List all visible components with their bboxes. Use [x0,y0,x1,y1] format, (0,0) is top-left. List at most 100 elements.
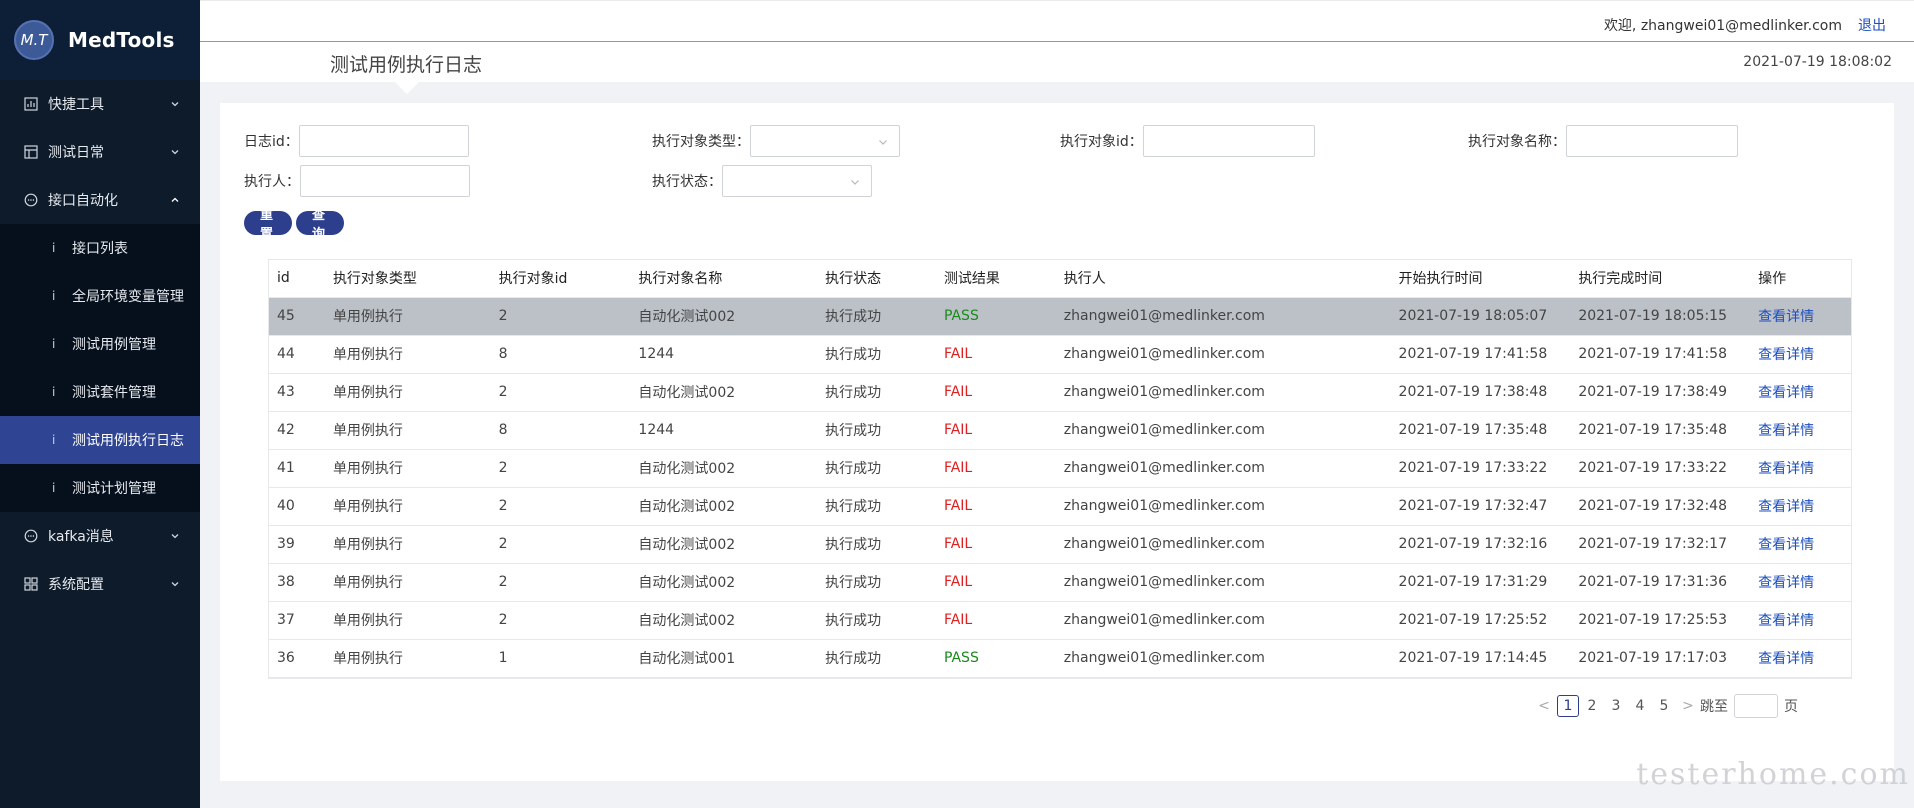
table-row[interactable]: 38 单用例执行 2 自动化测试002 执行成功 FAIL zhangwei01@medli… [269,563,1851,602]
table-row[interactable]: 39 单用例执行 2 自动化测试002 执行成功 FAIL zhangwei01@medli… [269,525,1851,564]
target-id-input[interactable] [1142,125,1315,157]
view-details-link[interactable]: 查看详情 [1750,487,1851,526]
view-details-link[interactable]: 查看详情 [1750,297,1851,336]
sidebar-group-system-config[interactable]: 系统配置 [0,560,200,608]
next-page-button[interactable]: > [1677,695,1699,717]
sidebar-item-label: 测试套件管理 [72,385,156,401]
table-cell: 44 [269,335,325,374]
table-cell: 37 [269,601,325,640]
table-cell: 执行成功 [817,449,936,488]
column-header: 开始执行时间 [1390,260,1571,298]
jump-page-input[interactable] [1734,694,1778,718]
sidebar-item-test-suite-management[interactable]: i 测试套件管理 [0,368,200,416]
table-row[interactable]: 45 单用例执行 2 自动化测试002 执行成功 PASS zhangwei01@medli… [269,297,1851,336]
sidebar-group-daily-testing[interactable]: 测试日常 [0,128,200,176]
page-button-2[interactable]: 2 [1581,695,1603,717]
sidebar-group-api-automation[interactable]: 接口自动化 [0,176,200,224]
logout-link[interactable]: 退出 [1858,15,1886,35]
table-row[interactable]: 43 单用例执行 2 自动化测试002 执行成功 FAIL zhangwei01@medli… [269,373,1851,412]
target-name-input[interactable] [1566,125,1738,157]
view-details-link[interactable]: 查看详情 [1750,563,1851,602]
table-cell: zhangwei01@medlinker.com [1055,563,1391,602]
sidebar-item-label: 测试用例管理 [72,337,156,353]
table-cell: 执行成功 [817,601,936,640]
table-cell: 执行成功 [817,639,936,678]
column-header: 执行对象id [490,260,631,298]
table-row[interactable]: 42 单用例执行 8 1244 执行成功 FAIL zhangwei01@medlinker… [269,411,1851,450]
table-cell: 单用例执行 [324,335,491,374]
sidebar-item-test-case-management[interactable]: i 测试用例管理 [0,320,200,368]
item-marker: i [52,289,56,303]
target-type-select[interactable] [750,125,900,157]
table-cell: 自动化测试002 [630,373,818,412]
log-id-input[interactable] [298,125,469,157]
table-cell: 执行成功 [817,563,936,602]
target-type-label: 执行对象类型： [652,134,750,150]
sidebar-group-label: 测试日常 [48,145,104,161]
view-details-link[interactable]: 查看详情 [1750,449,1851,488]
chevron-down-icon [171,534,179,539]
test-result-badge: PASS [935,639,1056,678]
table-cell: 2021-07-19 17:25:52 [1390,601,1571,640]
chevron-up-icon [171,197,179,202]
table-cell: 执行成功 [817,297,936,336]
grid-icon [24,577,38,591]
view-details-link[interactable]: 查看详情 [1750,639,1851,678]
view-details-link[interactable]: 查看详情 [1750,601,1851,640]
view-details-link[interactable]: 查看详情 [1750,411,1851,450]
table-row[interactable]: 40 单用例执行 2 自动化测试002 执行成功 FAIL zhangwei01@medli… [269,487,1851,526]
view-details-link[interactable]: 查看详情 [1750,335,1851,374]
status-select[interactable] [722,165,872,197]
item-marker: i [52,337,56,351]
item-marker: i [52,241,56,255]
sidebar-menu: 快捷工具 测试日常 接口自动化 i 接口列表 i 全局环境变量管理 i 测试用例管理 … [0,80,200,608]
test-result-badge: FAIL [935,563,1056,602]
table-cell: zhangwei01@medlinker.com [1055,601,1391,640]
table-cell: zhangwei01@medlinker.com [1055,449,1391,488]
column-header: 执行完成时间 [1570,260,1751,298]
page-button-4[interactable]: 4 [1629,695,1651,717]
current-datetime: 2021-07-19 18:08:02 [1743,54,1892,70]
sidebar-item-test-case-execution-log[interactable]: i 测试用例执行日志 [0,416,200,464]
table-cell: zhangwei01@medlinker.com [1055,639,1391,678]
page-button-1[interactable]: 1 [1557,695,1579,717]
table-cell: zhangwei01@medlinker.com [1055,373,1391,412]
sidebar: M.T MedTools 快捷工具 测试日常 接口自动化 i 接口列表 i 全局环境… [0,0,200,808]
filter-target-id: 执行对象id： [1060,125,1315,157]
view-details-link[interactable]: 查看详情 [1750,373,1851,412]
test-result-badge: FAIL [935,335,1056,374]
table-cell: 41 [269,449,325,488]
chevron-down-icon [851,180,859,185]
executor-input[interactable] [300,165,470,197]
table-row[interactable]: 37 单用例执行 2 自动化测试002 执行成功 FAIL zhangwei01@medli… [269,601,1851,640]
table-row[interactable]: 44 单用例执行 8 1244 执行成功 FAIL zhangwei01@medlinker… [269,335,1851,374]
page-button-3[interactable]: 3 [1605,695,1627,717]
table-cell: 单用例执行 [324,297,491,336]
page-button-5[interactable]: 5 [1653,695,1675,717]
table-cell: 自动化测试002 [630,297,818,336]
table-cell: 执行成功 [817,373,936,412]
prev-page-button[interactable]: < [1533,695,1555,717]
table-row[interactable]: 36 单用例执行 1 自动化测试001 执行成功 PASS zhangwei01@medli… [269,639,1851,678]
table-cell: zhangwei01@medlinker.com [1055,487,1391,526]
view-details-link[interactable]: 查看详情 [1750,525,1851,564]
table-row[interactable]: 41 单用例执行 2 自动化测试002 执行成功 FAIL zhangwei01@medli… [269,449,1851,488]
table-cell: 单用例执行 [324,411,491,450]
table-cell: 2021-07-19 17:41:58 [1570,335,1751,374]
pagination: < 1 2 3 4 5 > 跳至 页 [1532,694,1798,718]
table-cell: 8 [490,335,631,374]
sidebar-item-global-env-vars[interactable]: i 全局环境变量管理 [0,272,200,320]
sidebar-item-api-list[interactable]: i 接口列表 [0,224,200,272]
reset-button[interactable]: 重 置 [244,208,292,242]
sidebar-item-test-plan-management[interactable]: i 测试计划管理 [0,464,200,512]
filter-target-name: 执行对象名称： [1468,125,1738,157]
column-header: id [269,260,325,298]
table-cell: 2021-07-19 17:31:29 [1390,563,1571,602]
sidebar-item-label: 接口列表 [72,241,128,257]
brand: M.T MedTools [0,0,200,80]
filter-status: 执行状态： [652,165,872,197]
query-button[interactable]: 查 询 [296,208,344,242]
table-cell: 自动化测试002 [630,487,818,526]
sidebar-group-kafka[interactable]: kafka消息 [0,512,200,560]
sidebar-group-quick-tools[interactable]: 快捷工具 [0,80,200,128]
